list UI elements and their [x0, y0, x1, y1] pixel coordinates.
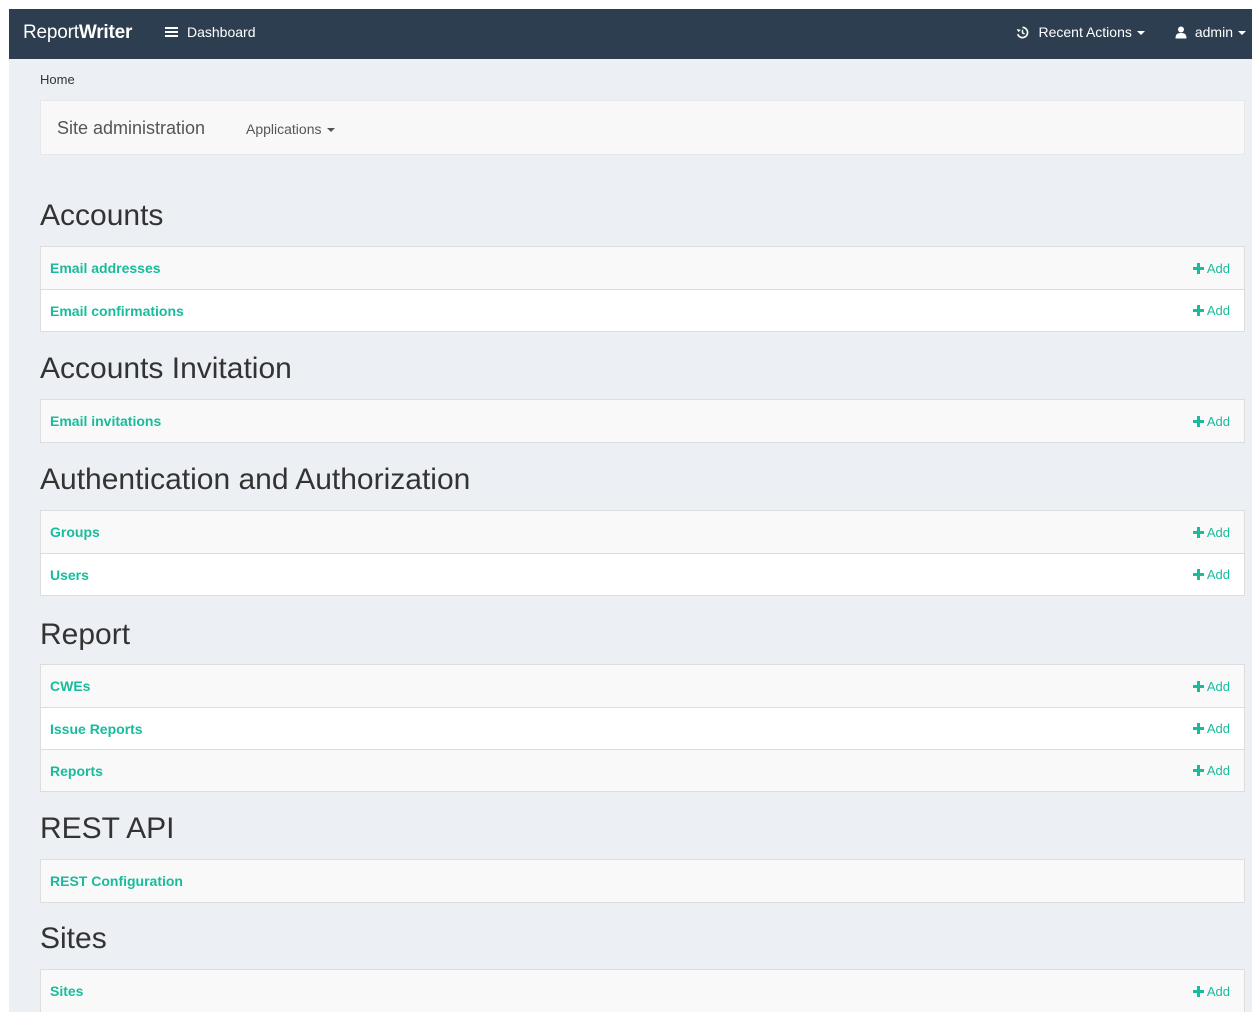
model-link-email-confirmations[interactable]: Email confirmations — [50, 303, 184, 319]
model-link-sites[interactable]: Sites — [50, 983, 83, 999]
table-row: Reports Add — [41, 749, 1244, 791]
chevron-down-icon — [326, 128, 335, 132]
add-email-invitations-button[interactable]: Add — [1192, 413, 1230, 429]
model-link-cwes[interactable]: CWEs — [50, 678, 90, 694]
module-accounts-invitation: Email invitations Add — [40, 399, 1245, 443]
add-label: Add — [1206, 567, 1230, 582]
section-title-auth: Authentication and Authorization — [40, 463, 471, 496]
table-row: Email addresses Add — [41, 247, 1244, 289]
add-label: Add — [1206, 413, 1230, 429]
applications-label: Applications — [246, 121, 322, 137]
history-icon — [1016, 26, 1029, 39]
menu-icon — [165, 25, 178, 39]
table-row: Users Add — [41, 553, 1244, 595]
table-row: REST Configuration — [41, 860, 1244, 902]
table-row: CWEs Add — [41, 665, 1244, 707]
add-reports-button[interactable]: Add — [1192, 763, 1230, 778]
user-icon — [1175, 26, 1187, 39]
dashboard-link[interactable]: Dashboard — [165, 24, 256, 40]
section-title-accounts: Accounts — [40, 199, 164, 232]
plus-icon — [1192, 415, 1204, 427]
add-label: Add — [1206, 763, 1230, 778]
add-users-button[interactable]: Add — [1192, 567, 1230, 582]
top-navbar: ReportWriter Dashboard Recent Actions ad… — [9, 9, 1252, 59]
plus-icon — [1192, 305, 1204, 316]
model-link-email-invitations[interactable]: Email invitations — [50, 413, 161, 429]
section-title-report: Report — [40, 618, 131, 651]
plus-icon — [1192, 680, 1204, 692]
add-issue-reports-button[interactable]: Add — [1192, 721, 1230, 736]
model-link-reports[interactable]: Reports — [50, 763, 103, 779]
module-auth: Groups Add Users Add — [40, 510, 1245, 596]
plus-icon — [1192, 569, 1204, 580]
model-link-issue-reports[interactable]: Issue Reports — [50, 721, 143, 737]
chevron-down-icon — [1136, 31, 1145, 35]
plus-icon — [1192, 985, 1204, 997]
plus-icon — [1192, 723, 1204, 734]
plus-icon — [1192, 262, 1204, 274]
add-label: Add — [1206, 303, 1230, 318]
table-row: Email confirmations Add — [41, 289, 1244, 331]
model-link-email-addresses[interactable]: Email addresses — [50, 260, 161, 276]
section-title-sites: Sites — [40, 922, 107, 955]
table-row: Sites Add — [41, 970, 1244, 1012]
table-row: Email invitations Add — [41, 400, 1244, 442]
add-label: Add — [1206, 983, 1230, 999]
table-row: Issue Reports Add — [41, 707, 1244, 749]
navbar-right: Recent Actions admin — [1016, 24, 1246, 40]
recent-actions-dropdown[interactable]: Recent Actions — [1016, 24, 1145, 40]
module-report: CWEs Add Issue Reports Add Reports Add — [40, 664, 1245, 792]
section-title-rest-api: REST API — [40, 812, 175, 845]
add-label: Add — [1206, 524, 1230, 540]
brand-prefix: Report — [23, 22, 79, 43]
breadcrumb-home[interactable]: Home — [40, 72, 75, 87]
add-email-confirmations-button[interactable]: Add — [1192, 303, 1230, 318]
add-label: Add — [1206, 260, 1230, 276]
add-label: Add — [1206, 678, 1230, 694]
admin-page: ReportWriter Dashboard Recent Actions ad… — [9, 9, 1252, 1012]
dashboard-label: Dashboard — [187, 24, 256, 40]
section-title-accounts-invitation: Accounts Invitation — [40, 352, 292, 385]
module-rest-api: REST Configuration — [40, 859, 1245, 903]
module-sites: Sites Add — [40, 969, 1245, 1012]
chevron-down-icon — [1238, 31, 1246, 35]
add-sites-button[interactable]: Add — [1192, 983, 1230, 999]
brand-logo[interactable]: ReportWriter — [23, 22, 132, 44]
add-label: Add — [1206, 721, 1230, 736]
model-link-users[interactable]: Users — [50, 567, 89, 583]
table-row: Groups Add — [41, 511, 1244, 553]
model-link-rest-configuration[interactable]: REST Configuration — [50, 873, 183, 889]
applications-dropdown[interactable]: Applications — [246, 121, 335, 137]
recent-actions-label: Recent Actions — [1038, 24, 1132, 40]
add-groups-button[interactable]: Add — [1192, 524, 1230, 540]
user-dropdown[interactable]: admin — [1175, 24, 1246, 40]
plus-icon — [1192, 526, 1204, 538]
user-label: admin — [1194, 24, 1233, 40]
model-link-groups[interactable]: Groups — [50, 524, 100, 540]
module-accounts: Email addresses Add Email confirmations … — [40, 246, 1245, 332]
add-cwes-button[interactable]: Add — [1192, 678, 1230, 694]
add-email-addresses-button[interactable]: Add — [1192, 260, 1230, 276]
sub-navbar: Site administration Applications — [40, 100, 1245, 155]
plus-icon — [1192, 765, 1204, 776]
site-admin-title[interactable]: Site administration — [57, 118, 205, 139]
brand-bold: Writer — [78, 22, 133, 43]
